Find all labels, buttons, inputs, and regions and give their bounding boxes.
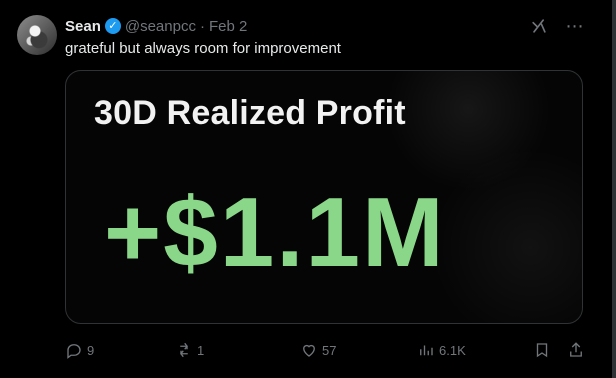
- reply-count: 9: [87, 342, 95, 358]
- tweet-actions: 9 1 57 6.1K: [65, 340, 585, 360]
- reply-button[interactable]: 9: [65, 340, 94, 360]
- grok-icon[interactable]: [529, 16, 549, 36]
- author-handle[interactable]: @seanpcc: [125, 18, 196, 35]
- media-profit-value: +$1.1M: [104, 177, 446, 287]
- tweet-media[interactable]: 30D Realized Profit +$1.1M: [65, 70, 583, 324]
- repost-button[interactable]: 1: [175, 340, 204, 360]
- tweet-text: grateful but always room for improvement: [65, 40, 341, 57]
- bookmark-icon: [536, 343, 548, 358]
- bookmark-button[interactable]: [533, 340, 551, 360]
- share-icon: [570, 342, 582, 357]
- views-count: 6.1K: [439, 342, 466, 358]
- views-icon: [420, 345, 433, 356]
- reply-icon: [67, 344, 81, 359]
- like-icon: [303, 344, 315, 357]
- like-count: 57: [322, 342, 337, 358]
- more-icon[interactable]: ⋯: [566, 16, 584, 36]
- repost-count: 1: [197, 342, 205, 358]
- author-name[interactable]: Sean: [65, 18, 101, 35]
- verified-badge-icon: ✓: [104, 18, 121, 34]
- like-button[interactable]: 57: [300, 340, 336, 360]
- avatar[interactable]: [17, 15, 57, 55]
- right-scroll-border: [612, 0, 616, 378]
- media-title: 30D Realized Profit: [94, 94, 406, 132]
- tweet[interactable]: Sean ✓ @seanpcc · Feb 2 ⋯ grateful but a…: [0, 0, 612, 378]
- views-button[interactable]: 6.1K: [417, 340, 466, 360]
- repost-icon: [180, 342, 188, 358]
- share-button[interactable]: [567, 340, 585, 360]
- separator: ·: [199, 17, 205, 35]
- tweet-top-actions: ⋯: [529, 16, 584, 36]
- post-date[interactable]: Feb 2: [209, 18, 247, 35]
- tweet-header: Sean ✓ @seanpcc · Feb 2: [65, 16, 247, 36]
